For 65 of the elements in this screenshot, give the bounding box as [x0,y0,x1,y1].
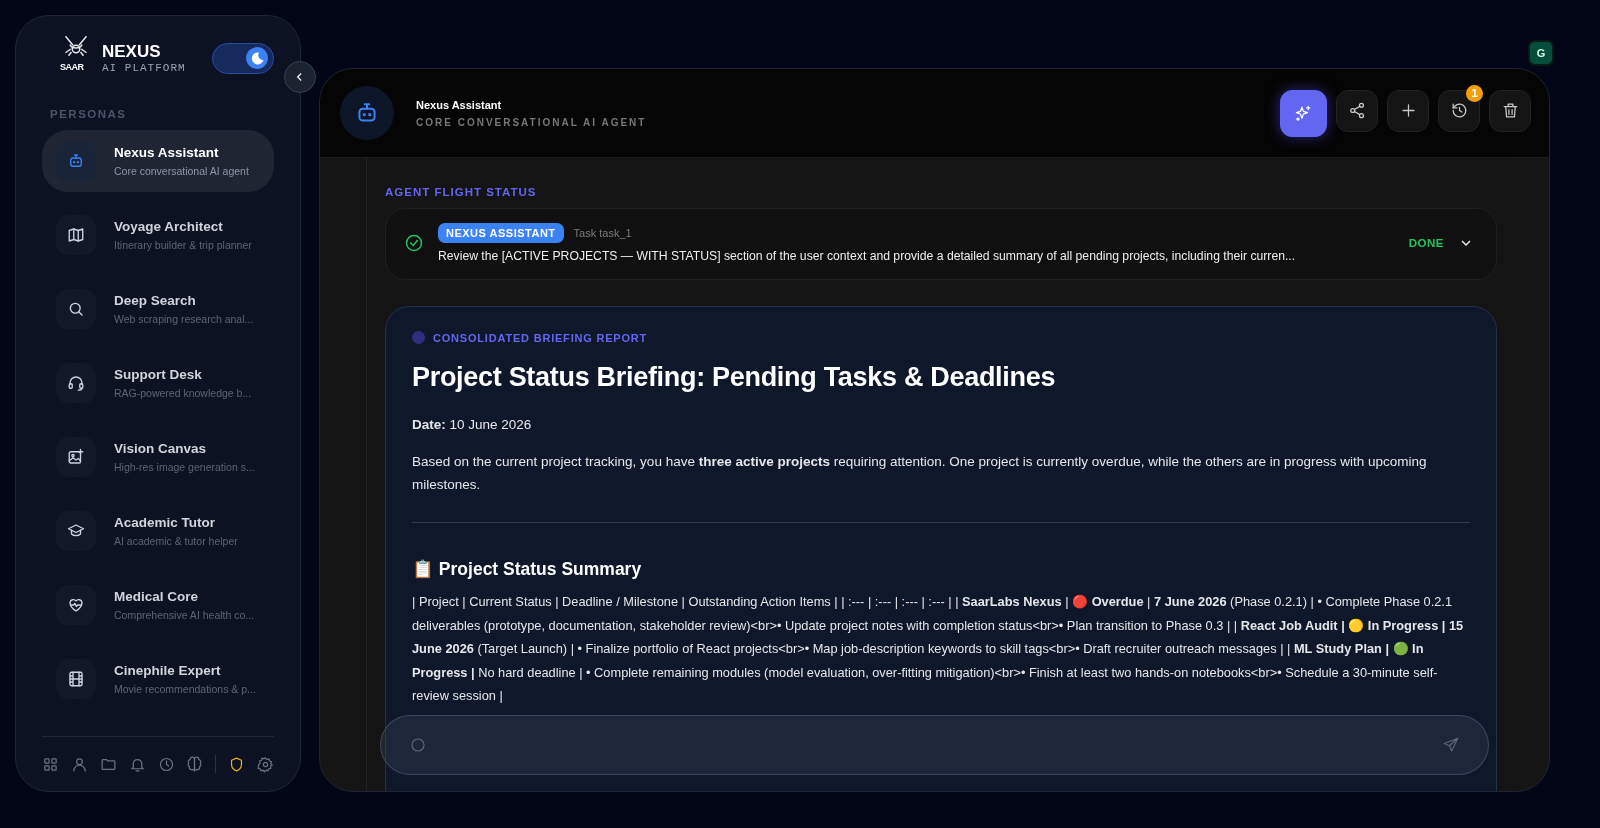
persona-description: Itinerary builder & trip planner [114,239,252,251]
persona-name: Support Desk [114,367,203,382]
persona-name: Nexus Assistant [114,145,220,160]
count-badge: 1 [1466,84,1483,102]
message-input[interactable] [380,715,1489,775]
section-heading: 📋 Project Status Summary [412,559,643,580]
theme-toggle[interactable] [212,42,274,74]
share-button[interactable] [1336,89,1378,132]
persona-item[interactable]: Nexus Assistant Core conversational AI agent [42,130,274,192]
user-avatar[interactable]: G [1528,40,1554,66]
task-id: Task task_1 [573,227,632,239]
headset-icon [67,374,85,392]
persona-name: Voyage Architect [114,219,224,234]
settings-icon[interactable] [257,755,274,773]
agent-subtitle: CORE CONVERSATIONAL AI AGENT [416,116,647,128]
persona-item[interactable]: Academic Tutor AI academic & tutor helper [42,500,274,562]
task-description: Review the [ACTIVE PROJECTS — WITH STATUS] section of the user context and provide a detailed summary of all pending projects, including their curren... [438,249,1297,263]
persona-name: Academic Tutor [114,515,217,530]
persona-item[interactable]: Support Desk RAG-powered knowledge b... [42,352,274,414]
clock-icon[interactable] [157,755,175,773]
report-label: CONSOLIDATED BRIEFING REPORT [433,331,648,344]
persona-description: Web scraping research anal... [114,313,254,325]
section-label: PERSONAS [50,108,128,120]
persona-description: High-res image generation s... [114,461,255,473]
brain-icon[interactable] [186,755,204,773]
brand-name: NEXUS [102,42,162,62]
persona-name: Vision Canvas [114,441,208,456]
section-label: AGENT FLIGHT STATUS [385,186,538,198]
persona-name: Cinephile Expert [114,663,222,678]
persona-item[interactable]: Cinephile Expert Movie recommendations & p... [42,648,274,710]
send-icon[interactable] [1442,736,1460,754]
persona-name: Deep Search [114,293,197,308]
persona-description: AI academic & tutor helper [114,535,238,547]
persona-description: RAG-powered knowledge b... [114,387,252,399]
persona-item[interactable]: Vision Canvas High-res image generation s... [42,426,274,488]
agent-badge: NEXUS ASSISTANT [438,223,564,243]
persona-item[interactable]: Deep Search Web scraping research anal... [42,278,274,340]
moon-icon [245,46,269,70]
search-icon [67,300,85,318]
persona-description: Comprehensive AI health co... [114,609,255,621]
user-icon[interactable] [70,755,88,773]
summary-table-text: | Project | Current Status | Deadline / Milestone | Outstanding Action Items | | :--- | :--- | :--- | :--- | | SaarLabs Nexus | 🔴 Overdue | 7 June 2026 (Phase 0.2.1) | • Complete Phase 0.2.1 deliverables (prototype, documentation, stakeholder review)<br>• Update project notes with completion status<br>• Plan transition to Phase 0.3 | | React Job Audit | 🟡 In Progress | 15 June 2026 (Target Launch) | • Finalize portfolio of React projects<br>• Map job-description keywords to skill tags<br>• Draft recruiter outreach messages | | ML Study Plan | 🟢 In Progress | No hard deadline | • Complete remaining modules (model evaluation, over-fitting mitigation)<br>• Finish at least two hands-on notebooks<br>• Schedule a 30-minute self-review session | [412,593,1465,705]
logo-text: SAAR [60,62,84,72]
persona-item[interactable]: Voyage Architect Itinerary builder & trip planner [42,204,274,266]
agent-title: Nexus Assistant [416,98,503,111]
persona-name: Medical Core [114,589,200,604]
persona-item[interactable]: Medical Core Comprehensive AI health co... [42,574,274,636]
share-icon [1347,101,1367,120]
persona-description: Movie recommendations & p... [114,683,256,695]
report-paragraph: Based on the current project tracking, you have three active projects requiring attention. One project is currently overdue, while the others are in progress with upcoming milestones. [412,453,1428,494]
map-icon [67,226,85,244]
grid-icon[interactable] [42,755,59,773]
image-add-icon [67,448,85,466]
report-paragraph: Date: 10 June 2026 [412,416,533,434]
heartbeat-icon [67,596,85,614]
report-title: Project Status Briefing: Pending Tasks & Deadlines [412,362,1057,393]
persona-description: Core conversational AI agent [114,165,249,177]
task-status: DONE [1408,237,1444,249]
film-icon [67,670,85,688]
brand-tagline: AI PLATFORM [102,62,186,74]
robot-icon [67,152,85,170]
trash-button[interactable] [1489,89,1531,132]
sparkle-icon [1294,103,1313,123]
status-dot-icon [412,331,425,344]
sparkle-button[interactable] [1280,89,1327,137]
